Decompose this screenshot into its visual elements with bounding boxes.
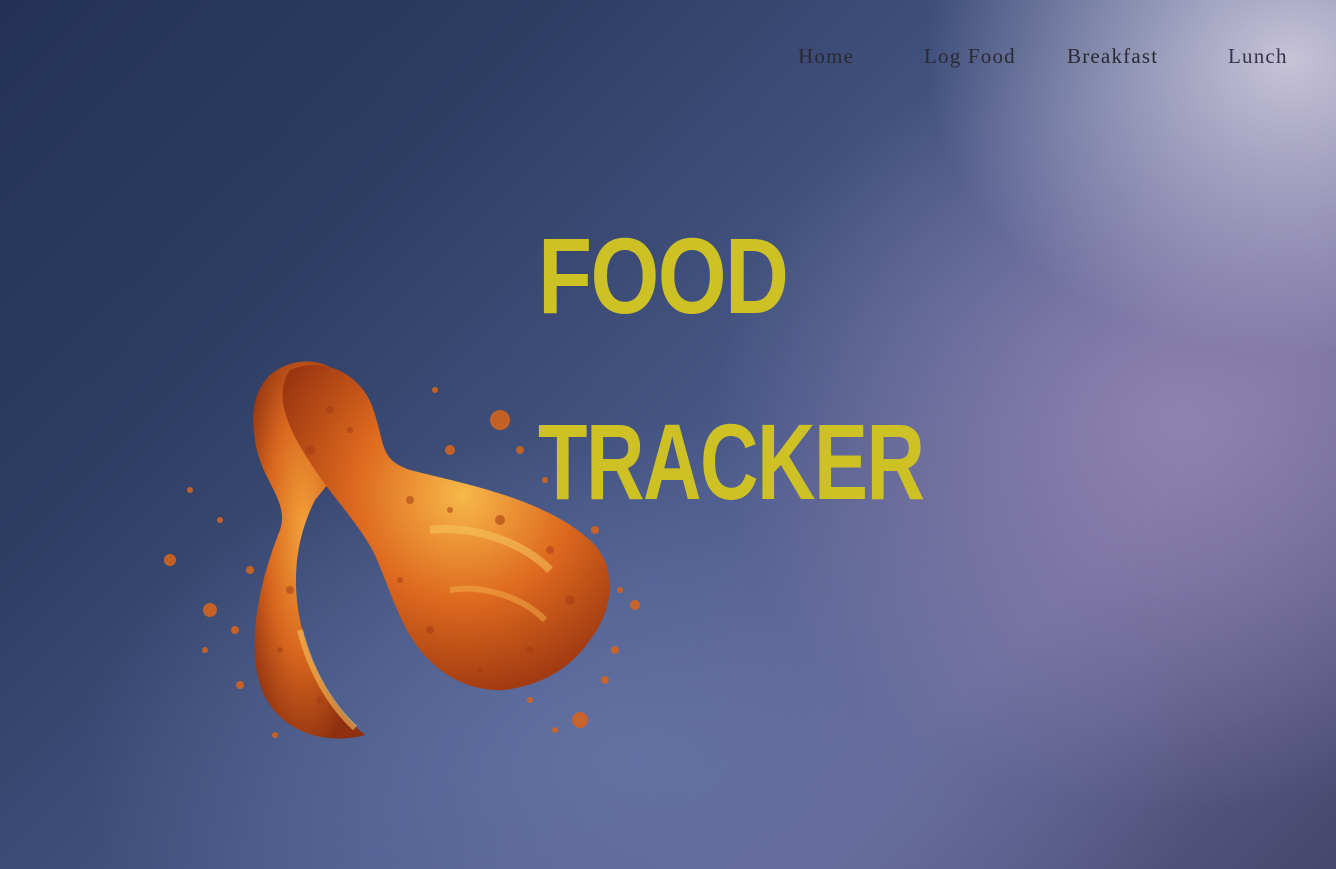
- nav-breakfast-link[interactable]: Breakfast: [1067, 38, 1158, 74]
- nav-log-food-link[interactable]: Log Food: [924, 38, 1016, 74]
- fried-chicken-image: [164, 361, 640, 739]
- main-nav: Home Log Food Breakfast Lunch: [0, 38, 1336, 74]
- hero-title-tracker: TRACKER: [538, 401, 925, 522]
- hero-title-food: FOOD: [538, 215, 789, 336]
- nav-lunch-link[interactable]: Lunch: [1228, 38, 1288, 74]
- nav-home-link[interactable]: Home: [798, 38, 854, 74]
